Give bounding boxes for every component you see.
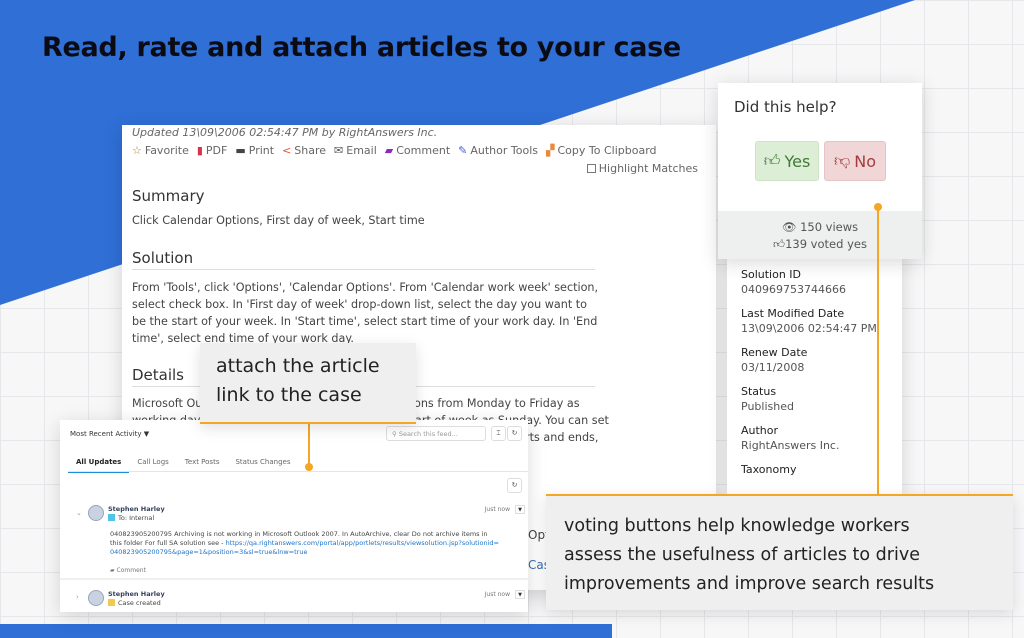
feed-search-input[interactable]: ⚲ Search this feed... <box>386 426 486 441</box>
callout-line: assess the usefulness of articles to dri… <box>564 545 920 565</box>
post-type: Case created <box>108 599 161 607</box>
meta-value: RightAnswers Inc. <box>741 439 840 452</box>
thumbs-down-icon: 👎︎ <box>833 151 851 170</box>
favorite-button[interactable]: ☆ Favorite <box>132 144 189 157</box>
case-feed-panel: Most Recent Activity ▼ ⚲ Search this fee… <box>60 420 528 612</box>
callout-connector <box>877 207 879 495</box>
vote-question: Did this help? <box>734 98 837 116</box>
post-author[interactable]: Stephen Harley <box>108 590 165 598</box>
post-author[interactable]: Stephen Harley <box>108 505 165 513</box>
email-button[interactable]: ✉ Email <box>334 144 377 157</box>
post-visibility: To: Internal <box>108 514 154 522</box>
post-menu-button[interactable]: ▼ <box>515 505 525 514</box>
edit-icon: ✎ <box>458 144 468 157</box>
callout-line: voting buttons help knowledge workers <box>564 516 910 536</box>
share-button[interactable]: < Share <box>282 144 326 157</box>
solution-heading: Solution <box>132 249 595 270</box>
details-fragment: ons from Monday to Friday as <box>414 397 580 410</box>
avatar <box>88 505 104 521</box>
print-button[interactable]: ▬ Print <box>235 144 274 157</box>
comment-icon: ▰ <box>384 144 394 157</box>
print-icon: ▬ <box>235 144 246 157</box>
thumbs-up-icon: 👍︎ <box>763 151 781 170</box>
eye-icon: 👁︎ <box>781 220 801 234</box>
author-tools-button[interactable]: ✎ Author Tools <box>458 144 538 157</box>
bottom-blue-strip <box>0 624 612 638</box>
clipboard-icon: ▞ <box>546 144 555 157</box>
headline: Read, rate and attach articles to your c… <box>42 32 681 63</box>
meta-value: Published <box>741 400 794 413</box>
vote-stats: 👁︎ 150 views 👍︎139 voted yes <box>718 211 922 259</box>
feed-filter-dropdown[interactable]: Most Recent Activity ▼ <box>70 430 149 438</box>
callout-line: attach the article <box>216 355 380 377</box>
callout-line: link to the case <box>216 384 362 406</box>
email-icon: ✉ <box>334 144 344 157</box>
post-text: 040823905200795 Archiving is not working… <box>110 530 499 556</box>
internal-icon <box>108 514 115 521</box>
summary-heading: Summary <box>132 187 205 205</box>
comment-button[interactable]: ▰ Comment <box>110 567 146 574</box>
meta-label: Author <box>741 424 779 437</box>
post-time: Just now <box>484 591 510 598</box>
avatar <box>88 590 104 606</box>
case-icon <box>108 599 115 606</box>
details-fragment: Microsoft Outl <box>132 397 210 410</box>
caret-down-icon: ▼ <box>143 430 150 438</box>
meta-value: 040969753744666 <box>741 283 846 296</box>
callout-connector <box>308 424 310 467</box>
tab-divider <box>68 471 528 472</box>
callout-line: improvements and improve search results <box>564 574 935 594</box>
meta-label: Last Modified Date <box>741 307 845 320</box>
article-toolbar: ☆ Favorite ▮ PDF ▬ Print < Share ✉ Email ▰ Comment ✎… <box>132 144 657 157</box>
copy-to-clipboard-button[interactable]: ▞ Copy To Clipboard <box>546 144 657 157</box>
meta-value: 13\09\2006 02:54:47 PM <box>741 322 877 335</box>
meta-label: Solution ID <box>741 268 802 281</box>
pdf-icon: ▮ <box>196 144 203 157</box>
article-metadata-panel: Solution ID 040969753744666 Last Modified … <box>727 250 902 495</box>
highlight-matches-checkbox[interactable]: Highlight Matches <box>586 162 698 175</box>
checkbox-icon <box>586 164 596 173</box>
callout-dot <box>305 463 313 471</box>
expand-chevron-icon[interactable]: › <box>76 593 79 601</box>
pdf-button[interactable]: ▮ PDF <box>197 144 228 157</box>
meta-label: Taxonomy <box>741 463 797 476</box>
thumbs-up-icon: 👍︎ <box>773 237 786 251</box>
filter-button[interactable]: ⌶ <box>491 426 506 441</box>
star-icon: ☆ <box>132 144 142 157</box>
share-icon: < <box>282 144 292 157</box>
meta-label: Renew Date <box>741 346 808 359</box>
attach-callout: attach the article link to the case <box>200 343 416 424</box>
vote-no-button[interactable]: 👎︎ No <box>824 141 886 181</box>
meta-value: 03/11/2008 <box>741 361 805 374</box>
post-menu-button[interactable]: ▼ <box>515 590 525 599</box>
voting-callout: voting buttons help knowledge workers as… <box>546 494 1013 610</box>
solution-text: From 'Tools', click 'Options', 'Calendar… <box>132 281 599 345</box>
refresh-button[interactable]: ↻ <box>507 426 522 441</box>
collapse-chevron-icon[interactable]: ⌄ <box>76 509 82 517</box>
search-icon: ⚲ <box>392 430 399 438</box>
post-time: Just now <box>484 506 510 513</box>
details-fragment: rts and ends, <box>525 431 599 444</box>
vote-yes-button[interactable]: 👍︎ Yes <box>755 141 819 181</box>
comment-button[interactable]: ▰ Comment <box>385 144 450 157</box>
feed-post: ⌄ Stephen Harley To: Internal Just now ▼… <box>60 504 528 580</box>
callout-dot <box>874 203 882 211</box>
vote-card: Did this help? 👍︎ Yes 👎︎ No 👁︎ 150 views 👍… <box>718 83 922 259</box>
meta-label: Status <box>741 385 777 398</box>
summary-text: Click Calendar Options, First day of wee… <box>132 214 425 227</box>
updated-text: Updated 13\09\2006 02:54:47 PM by RightA… <box>132 126 438 139</box>
refresh-feed-button[interactable]: ↻ <box>507 478 522 493</box>
